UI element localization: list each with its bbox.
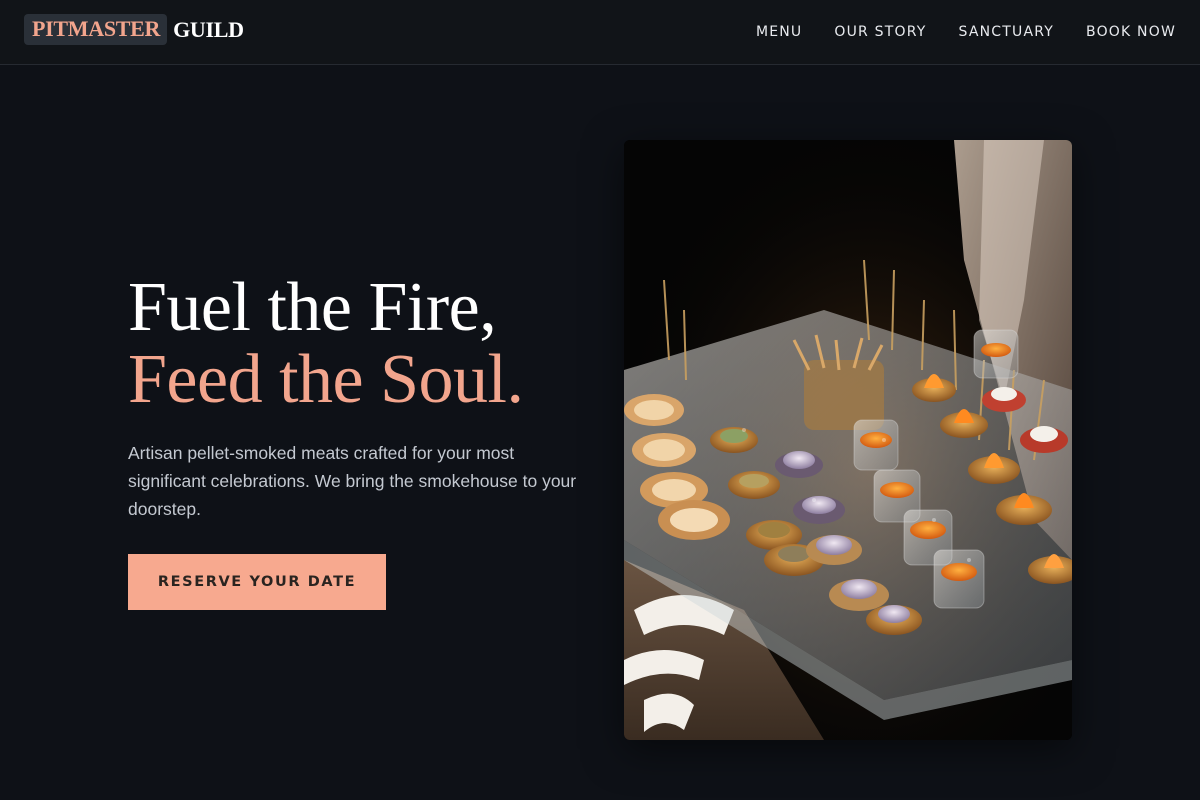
- reserve-date-button[interactable]: RESERVE YOUR DATE: [128, 554, 386, 610]
- logo-rest-text: GUILD: [173, 16, 244, 42]
- hero-title-line-2: Feed the Soul.: [128, 341, 524, 418]
- logo-accent-text: PITMASTER: [24, 14, 168, 45]
- nav-item-book-now[interactable]: BOOK NOW: [1086, 24, 1176, 40]
- hero-description: Artisan pellet-smoked meats crafted for …: [128, 443, 577, 519]
- nav-item-menu[interactable]: MENU: [756, 24, 802, 40]
- main-nav: MENU OUR STORY SANCTUARY BOOK NOW: [756, 0, 1176, 64]
- hero-title-line-1: Fuel the Fire,: [128, 269, 497, 346]
- hero-title: Fuel the Fire, Feed the Soul.: [128, 269, 524, 418]
- logo[interactable]: PITMASTER GUILD: [24, 14, 244, 45]
- nav-item-sanctuary[interactable]: SANCTUARY: [958, 24, 1054, 40]
- nav-item-our-story[interactable]: OUR STORY: [834, 24, 926, 40]
- site-header: PITMASTER GUILD MENU OUR STORY SANCTUARY…: [0, 0, 1200, 65]
- hero-image: [624, 140, 1072, 740]
